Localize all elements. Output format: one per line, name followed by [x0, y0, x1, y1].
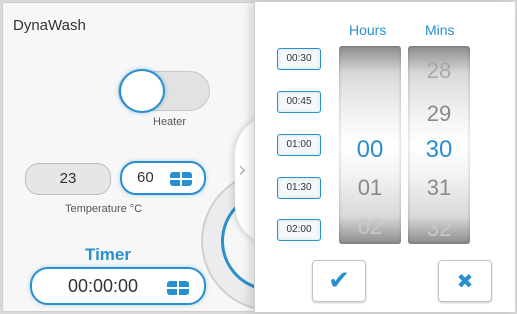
- preset-button[interactable]: 02:00: [277, 219, 321, 241]
- app-title: DynaWash: [13, 17, 86, 34]
- check-icon: ✔: [328, 266, 350, 296]
- cancel-button[interactable]: ✖: [438, 260, 492, 302]
- heater-label: Heater: [153, 116, 187, 128]
- temperature-setpoint-value: 60: [137, 169, 154, 186]
- chevron-right-icon[interactable]: ›: [238, 158, 247, 183]
- toggle-knob[interactable]: [119, 69, 165, 113]
- close-icon: ✖: [456, 269, 474, 293]
- mins-value: 31: [426, 175, 452, 200]
- preset-button[interactable]: 00:45: [277, 91, 321, 113]
- preset-button[interactable]: 01:30: [277, 177, 321, 199]
- mins-value: 29: [426, 101, 452, 126]
- mins-value: 28: [426, 58, 452, 83]
- timer-title: Timer: [85, 245, 131, 264]
- mins-header: Mins: [425, 22, 455, 38]
- hours-selected-value: 00: [356, 136, 384, 163]
- keypad-icon[interactable]: [167, 281, 189, 295]
- hours-value: 02: [357, 214, 383, 239]
- preset-button[interactable]: 00:30: [277, 48, 321, 70]
- heater-toggle[interactable]: [118, 69, 210, 113]
- hours-header: Hours: [349, 22, 387, 38]
- mins-selected-value: 30: [425, 136, 453, 163]
- temperature-setpoint-field[interactable]: 60: [120, 161, 206, 195]
- current-temperature: 23: [25, 163, 111, 195]
- mins-wheel[interactable]: 28 29 30 31 32: [408, 46, 470, 244]
- preset-button[interactable]: 01:00: [277, 134, 321, 156]
- timer-picker-panel: Hours Mins 00:30 00:45 01:00 01:30 02:00…: [254, 2, 515, 312]
- mins-value: 32: [426, 216, 452, 241]
- timer-field[interactable]: 00:00:00: [30, 267, 206, 305]
- hours-wheel[interactable]: 00 01 02: [339, 46, 401, 244]
- keypad-icon[interactable]: [170, 172, 192, 186]
- confirm-button[interactable]: ✔: [312, 260, 366, 302]
- hours-value: 01: [357, 175, 383, 200]
- timer-value: 00:00:00: [68, 276, 139, 296]
- temperature-label: Temperature °C: [65, 203, 143, 215]
